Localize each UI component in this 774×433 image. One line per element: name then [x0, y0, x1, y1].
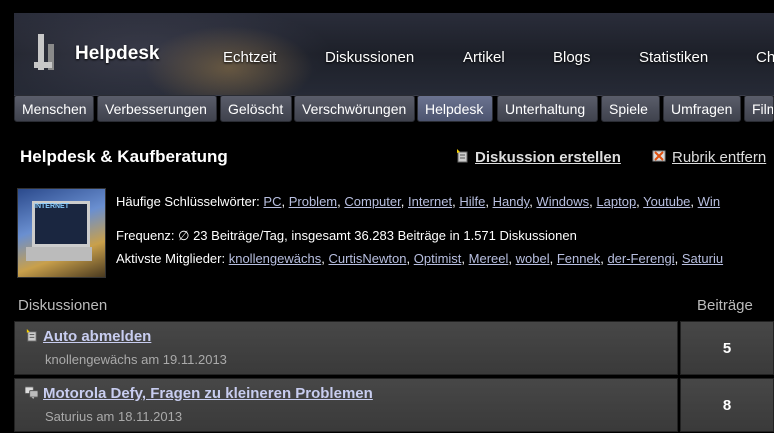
members-label: Aktivste Mitglieder: [116, 251, 226, 266]
tab-menschen[interactable]: Menschen [14, 95, 94, 122]
topic-link[interactable]: Motorola Defy, Fragen zu kleineren Probl… [43, 385, 373, 402]
site-header: Helpdesk Echtzeit Diskussionen Artikel B… [14, 13, 774, 96]
nav-echtzeit[interactable]: Echtzeit [223, 49, 276, 66]
member-link[interactable]: Mereel [469, 251, 509, 266]
nav-diskussionen[interactable]: Diskussionen [325, 49, 414, 66]
new-topic-icon [26, 329, 37, 342]
member-link[interactable]: Fennek [557, 251, 600, 266]
chat-bubbles-icon [25, 386, 38, 399]
tab-verbesserungen[interactable]: Verbesserungen [97, 95, 217, 122]
member-link[interactable]: Optimist [414, 251, 462, 266]
site-brand[interactable]: Helpdesk [75, 43, 159, 65]
nav-chat[interactable]: Ch [756, 49, 774, 66]
column-header-discussions: Diskussionen [18, 297, 108, 314]
topic-author[interactable]: knollengewächs [45, 352, 138, 367]
remove-category-label: Rubrik entfern [672, 149, 767, 166]
post-count: 5 [680, 321, 774, 375]
row-main-cell: Auto abmelden knollengewächs am 19.11.20… [14, 321, 678, 375]
new-topic-icon [457, 149, 468, 163]
topic-meta: Saturius am 18.11.2013 [45, 409, 182, 424]
logo-icon[interactable] [34, 34, 56, 70]
member-link[interactable]: der-Ferengi [607, 251, 674, 266]
nav-blogs[interactable]: Blogs [553, 49, 591, 66]
frequency-text: Frequenz: ∅ 23 Beiträge/Tag, insgesamt 3… [116, 228, 577, 243]
members-line: Aktivste Mitglieder: knollengewächs, Cur… [116, 251, 724, 266]
nav-statistiken[interactable]: Statistiken [639, 49, 708, 66]
tab-helpdesk[interactable]: Helpdesk [417, 95, 493, 122]
category-image: INTERNET [17, 188, 106, 278]
topic-date: am 19.11.2013 [141, 352, 227, 367]
member-link[interactable]: CurtisNewton [328, 251, 406, 266]
keyword-link[interactable]: Laptop [596, 194, 636, 209]
keyword-link[interactable]: Handy [493, 194, 530, 209]
keyword-link[interactable]: Windows [536, 194, 589, 209]
tab-umfragen[interactable]: Umfragen [663, 95, 741, 122]
tab-geloescht[interactable]: Gelöscht [220, 95, 292, 122]
post-count: 8 [680, 378, 774, 432]
nav-artikel[interactable]: Artikel [463, 49, 505, 66]
topic-author[interactable]: Saturius [45, 409, 93, 424]
member-link[interactable]: knollengewächs [229, 251, 322, 266]
row-main-cell: Motorola Defy, Fragen zu kleineren Probl… [14, 378, 678, 432]
keyword-link[interactable]: Hilfe [459, 194, 485, 209]
tab-spiele[interactable]: Spiele [601, 95, 660, 122]
topic-meta: knollengewächs am 19.11.2013 [45, 352, 227, 367]
table-row: Motorola Defy, Fragen zu kleineren Probl… [14, 378, 774, 432]
tab-film[interactable]: Film [744, 95, 774, 122]
keyword-link[interactable]: Win [698, 194, 720, 209]
member-link[interactable]: Saturiu [682, 251, 723, 266]
tab-verschwoerungen[interactable]: Verschwörungen [294, 95, 415, 122]
keyword-link[interactable]: Youtube [643, 194, 690, 209]
keywords-line: Häufige Schlüsselwörter: PC, Problem, Co… [116, 194, 721, 209]
member-link[interactable]: wobel [516, 251, 550, 266]
delete-icon [652, 150, 666, 162]
keyword-link[interactable]: Problem [289, 194, 337, 209]
create-discussion-label: Diskussion erstellen [475, 149, 621, 166]
create-discussion-link[interactable]: Diskussion erstellen [455, 149, 621, 166]
topic-link[interactable]: Auto abmelden [43, 328, 151, 345]
keywords-label: Häufige Schlüsselwörter: [116, 194, 260, 209]
tab-unterhaltung[interactable]: Unterhaltung [497, 95, 598, 122]
remove-category-link[interactable]: Rubrik entfern [652, 149, 766, 166]
keyword-link[interactable]: PC [263, 194, 281, 209]
category-bar: Menschen Verbesserungen Gelöscht Verschw… [14, 95, 774, 125]
keyword-link[interactable]: Internet [408, 194, 452, 209]
column-header-posts: Beiträge [697, 297, 753, 314]
keyword-link[interactable]: Computer [344, 194, 400, 209]
page-title: Helpdesk & Kaufberatung [20, 147, 228, 166]
table-row: Auto abmelden knollengewächs am 19.11.20… [14, 321, 774, 375]
topic-date: am 18.11.2013 [96, 409, 183, 424]
